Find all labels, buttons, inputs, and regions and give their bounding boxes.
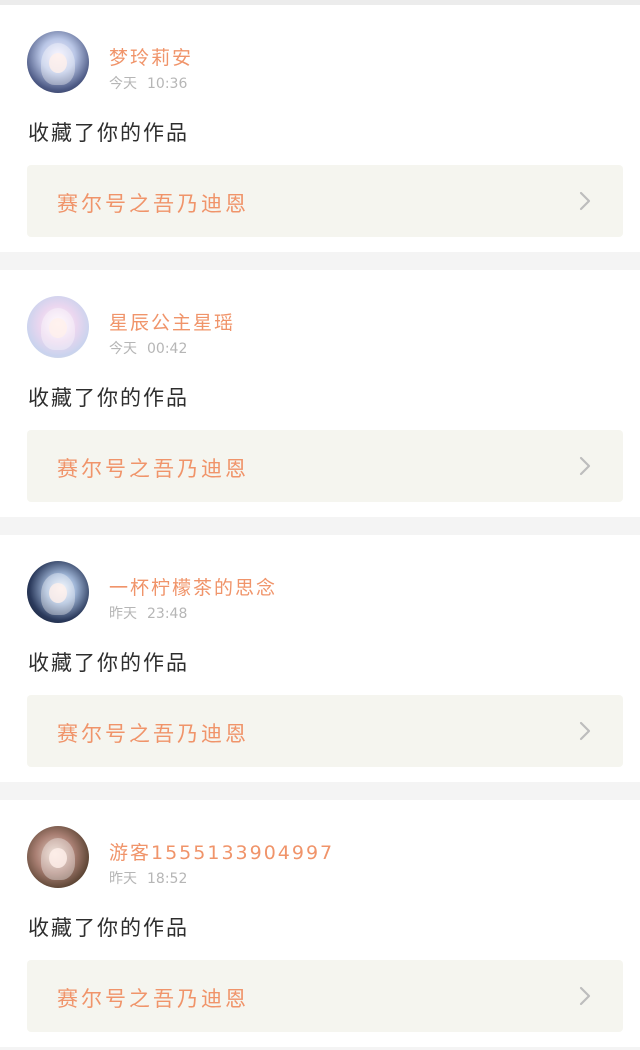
timestamp-time: 18:52 bbox=[147, 871, 188, 887]
work-link[interactable]: 赛尔号之吾乃迪恩 bbox=[27, 165, 623, 237]
timestamp-day: 昨天 bbox=[109, 871, 137, 887]
timestamp-day: 今天 bbox=[109, 76, 137, 92]
action-text: 收藏了你的作品 bbox=[28, 121, 189, 145]
avatar[interactable] bbox=[27, 561, 89, 623]
work-title: 赛尔号之吾乃迪恩 bbox=[57, 192, 249, 216]
timestamp: 今天 00:42 bbox=[109, 338, 187, 358]
notification-card: 梦玲莉安 今天 10:36 收藏了你的作品 赛尔号之吾乃迪恩 bbox=[0, 5, 640, 252]
work-link[interactable]: 赛尔号之吾乃迪恩 bbox=[27, 960, 623, 1032]
chevron-right-icon bbox=[579, 456, 591, 476]
work-title: 赛尔号之吾乃迪恩 bbox=[57, 457, 249, 481]
notification-card: 游客1555133904997 昨天 18:52 收藏了你的作品 赛尔号之吾乃迪恩 bbox=[0, 800, 640, 1047]
chevron-right-icon bbox=[579, 986, 591, 1006]
timestamp: 昨天 23:48 bbox=[109, 603, 187, 623]
notification-card: 星辰公主星瑶 今天 00:42 收藏了你的作品 赛尔号之吾乃迪恩 bbox=[0, 270, 640, 517]
timestamp: 昨天 18:52 bbox=[109, 868, 187, 888]
avatar-face-shape bbox=[49, 583, 67, 603]
user-name[interactable]: 游客1555133904997 bbox=[109, 838, 334, 865]
avatar-face-shape bbox=[49, 318, 67, 338]
chevron-right-icon bbox=[579, 721, 591, 741]
user-name[interactable]: 一杯柠檬茶的思念 bbox=[109, 573, 277, 600]
work-title: 赛尔号之吾乃迪恩 bbox=[57, 987, 249, 1011]
timestamp-time: 23:48 bbox=[147, 606, 188, 622]
timestamp-time: 10:36 bbox=[147, 76, 188, 92]
action-text: 收藏了你的作品 bbox=[28, 386, 189, 410]
action-text: 收藏了你的作品 bbox=[28, 916, 189, 940]
timestamp: 今天 10:36 bbox=[109, 73, 187, 93]
timestamp-time: 00:42 bbox=[147, 341, 188, 357]
avatar-face-shape bbox=[49, 53, 67, 73]
chevron-right-icon bbox=[579, 191, 591, 211]
timestamp-day: 今天 bbox=[109, 341, 137, 357]
work-link[interactable]: 赛尔号之吾乃迪恩 bbox=[27, 695, 623, 767]
timestamp-day: 昨天 bbox=[109, 606, 137, 622]
notification-feed: 梦玲莉安 今天 10:36 收藏了你的作品 赛尔号之吾乃迪恩 星辰公主星瑶 今天 0… bbox=[0, 5, 640, 1047]
avatar[interactable] bbox=[27, 296, 89, 358]
avatar[interactable] bbox=[27, 826, 89, 888]
action-text: 收藏了你的作品 bbox=[28, 651, 189, 675]
work-link[interactable]: 赛尔号之吾乃迪恩 bbox=[27, 430, 623, 502]
user-name[interactable]: 梦玲莉安 bbox=[109, 43, 193, 70]
avatar[interactable] bbox=[27, 31, 89, 93]
user-name[interactable]: 星辰公主星瑶 bbox=[109, 308, 235, 335]
work-title: 赛尔号之吾乃迪恩 bbox=[57, 722, 249, 746]
notification-card: 一杯柠檬茶的思念 昨天 23:48 收藏了你的作品 赛尔号之吾乃迪恩 bbox=[0, 535, 640, 782]
avatar-face-shape bbox=[49, 848, 67, 868]
